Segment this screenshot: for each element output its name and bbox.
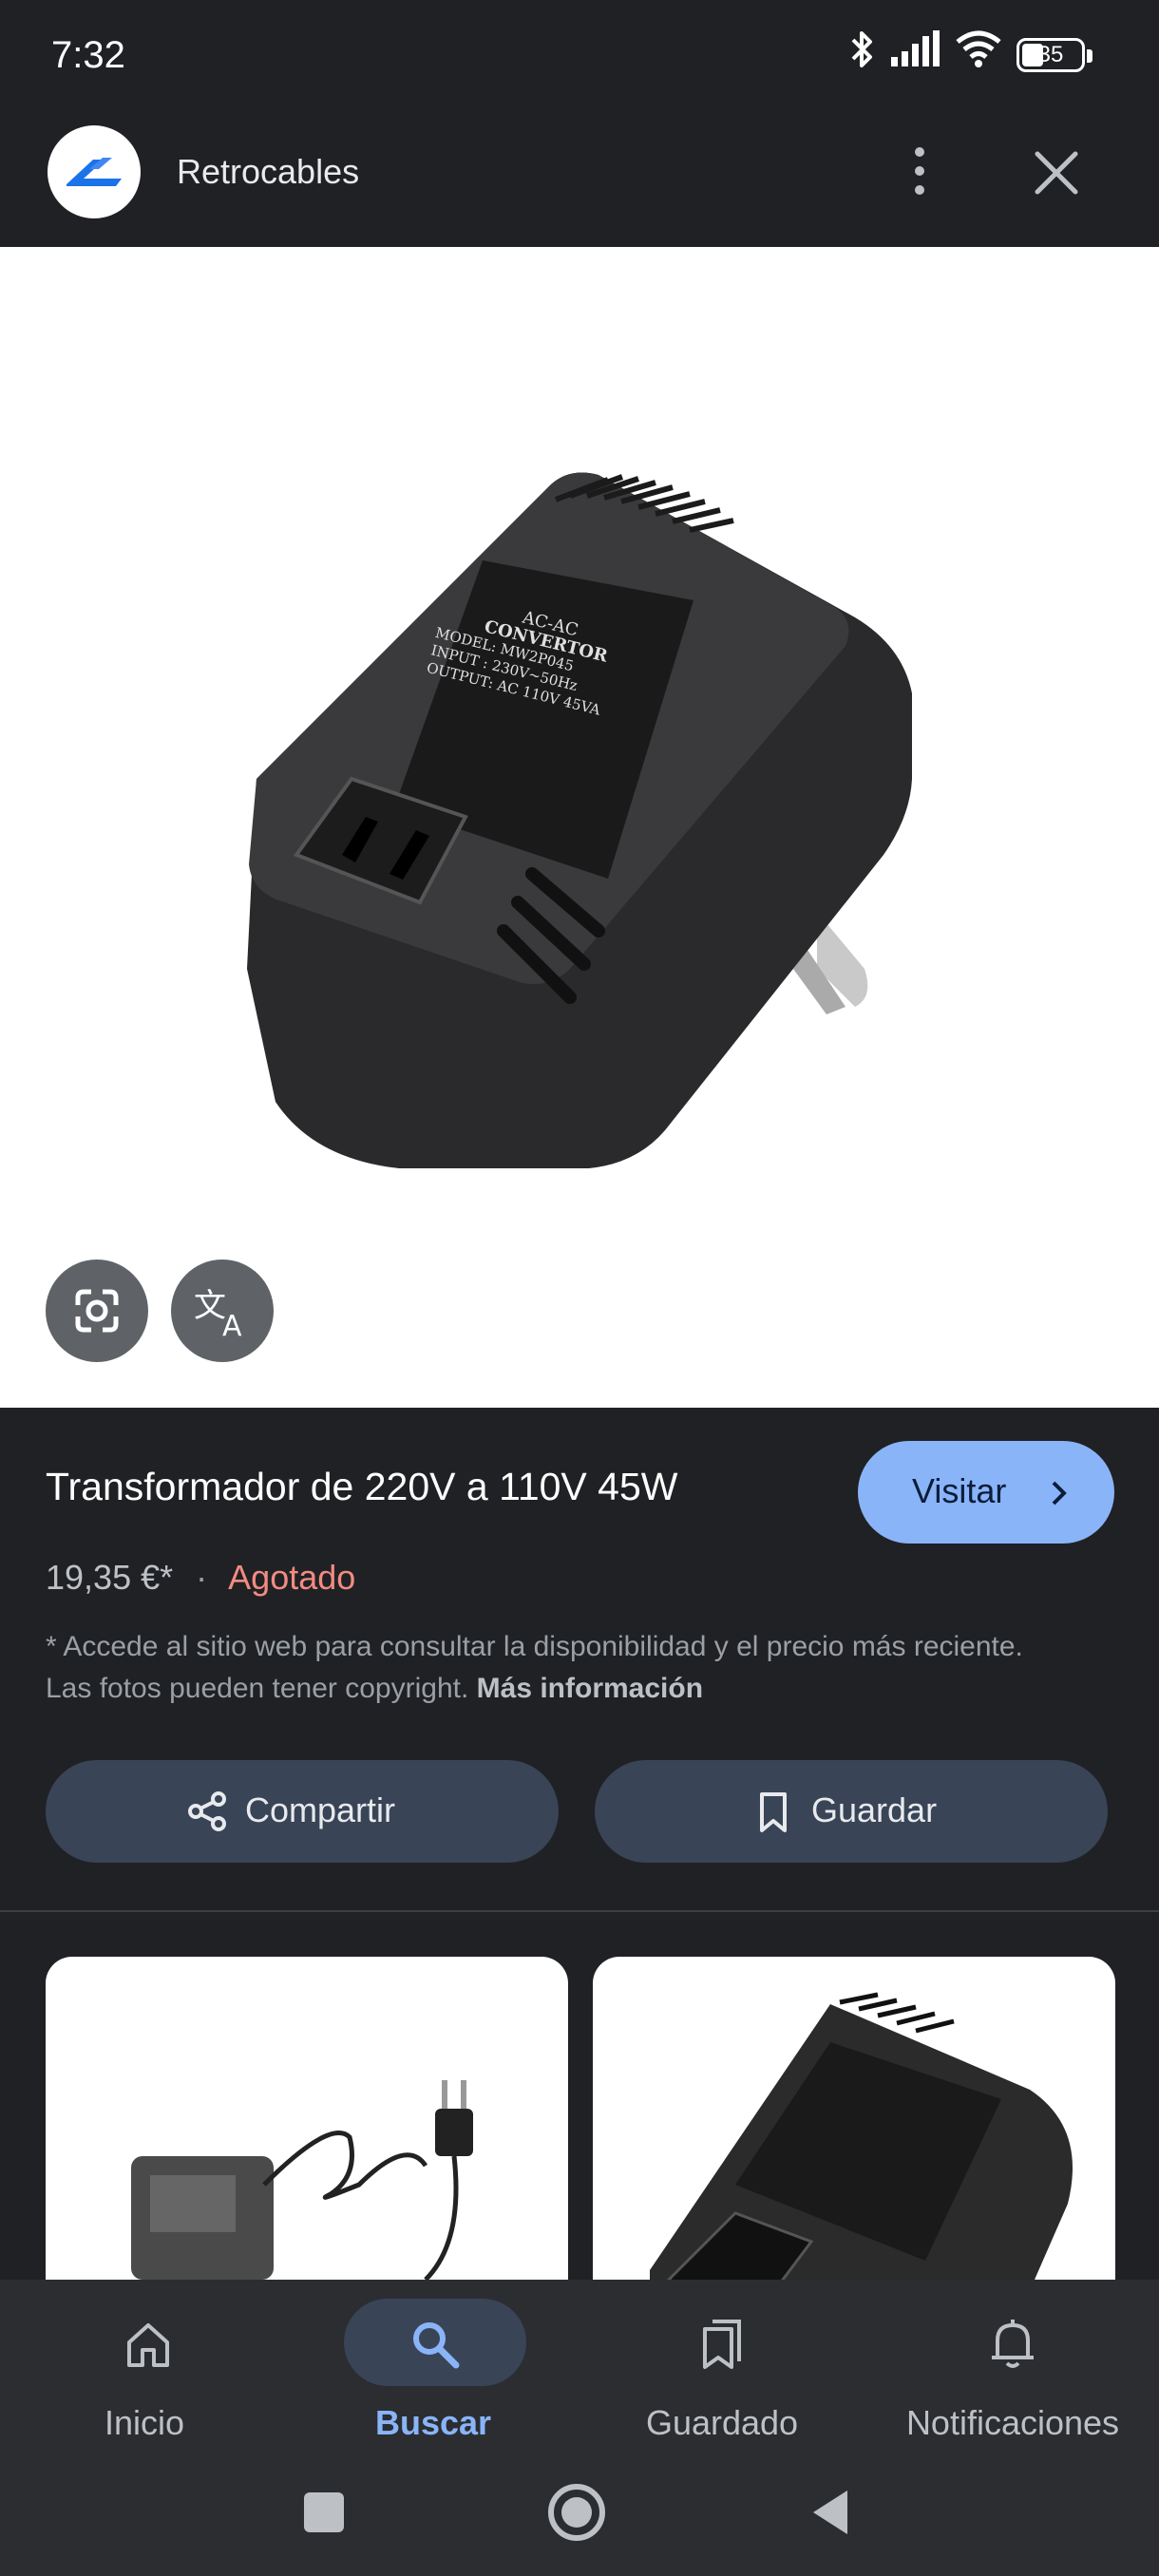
back-button[interactable] — [808, 2487, 853, 2538]
battery-level: 35 — [1037, 42, 1064, 67]
signal-icon — [891, 30, 940, 66]
status-time: 7:32 — [51, 34, 125, 76]
save-button[interactable]: Guardar — [595, 1760, 1108, 1863]
nav-label-notificaciones: Notificaciones — [905, 2403, 1120, 2442]
nav-label-guardado: Guardado — [645, 2403, 799, 2442]
more-vert-icon[interactable] — [901, 142, 939, 199]
nav-item-guardado[interactable]: Guardado — [608, 2299, 836, 2451]
share-button[interactable]: Compartir — [46, 1760, 559, 1863]
chevron-right-icon — [1052, 1481, 1067, 1506]
bluetooth-icon — [851, 31, 872, 67]
nav-item-notificaciones[interactable]: Notificaciones — [899, 2299, 1127, 2451]
divider — [0, 1910, 1159, 1912]
nav-label-inicio: Inicio — [104, 2403, 185, 2442]
price-row: 19,35 €* · Agotado — [46, 1558, 355, 1598]
site-logo[interactable] — [48, 125, 141, 218]
site-name[interactable]: Retrocables — [177, 152, 359, 192]
google-lens-button[interactable] — [46, 1260, 148, 1362]
nav-item-buscar[interactable]: Buscar — [319, 2299, 547, 2451]
more-info-link[interactable]: Más información — [477, 1673, 703, 1704]
translate-icon: 文 A — [194, 1287, 242, 1343]
bell-icon — [992, 2320, 1034, 2368]
visit-button[interactable]: Visitar — [858, 1441, 1114, 1544]
bookmark-icon — [760, 1792, 787, 1832]
bookmarks-icon — [703, 2320, 741, 2369]
share-icon — [188, 1791, 226, 1831]
visit-label: Visitar — [912, 1471, 1007, 1510]
disclaimer: * Accede al sitio web para consultar la … — [46, 1626, 1072, 1710]
google-lens-icon — [75, 1289, 119, 1333]
search-icon — [413, 2322, 460, 2369]
product-image — [247, 472, 912, 1168]
separator: · — [196, 1558, 208, 1597]
share-label: Compartir — [245, 1790, 396, 1829]
nav-label-buscar: Buscar — [374, 2403, 492, 2442]
recents-button[interactable] — [304, 2492, 344, 2532]
wifi-icon — [956, 30, 1001, 67]
nav-item-inicio[interactable]: Inicio — [30, 2299, 258, 2451]
stock-status: Agotado — [228, 1558, 356, 1597]
save-label: Guardar — [811, 1790, 938, 1829]
site-header — [0, 95, 1159, 247]
price: 19,35 €* — [46, 1558, 174, 1597]
svg-text:A: A — [222, 1310, 242, 1343]
svg-text:文: 文 — [194, 1287, 226, 1325]
home-button[interactable] — [545, 2481, 608, 2544]
product-image-panel[interactable]: AC-AC CONVERTOR MODEL: MW2P045 INPUT : 2… — [0, 247, 1159, 1408]
battery-icon: 35 — [1016, 38, 1092, 72]
close-icon[interactable] — [1028, 144, 1085, 201]
retrocables-logo-icon — [66, 158, 122, 186]
home-icon — [127, 2323, 169, 2367]
product-title: Transformador de 220V a 110V 45W — [46, 1465, 678, 1508]
translate-button[interactable]: 文 A — [171, 1260, 274, 1362]
